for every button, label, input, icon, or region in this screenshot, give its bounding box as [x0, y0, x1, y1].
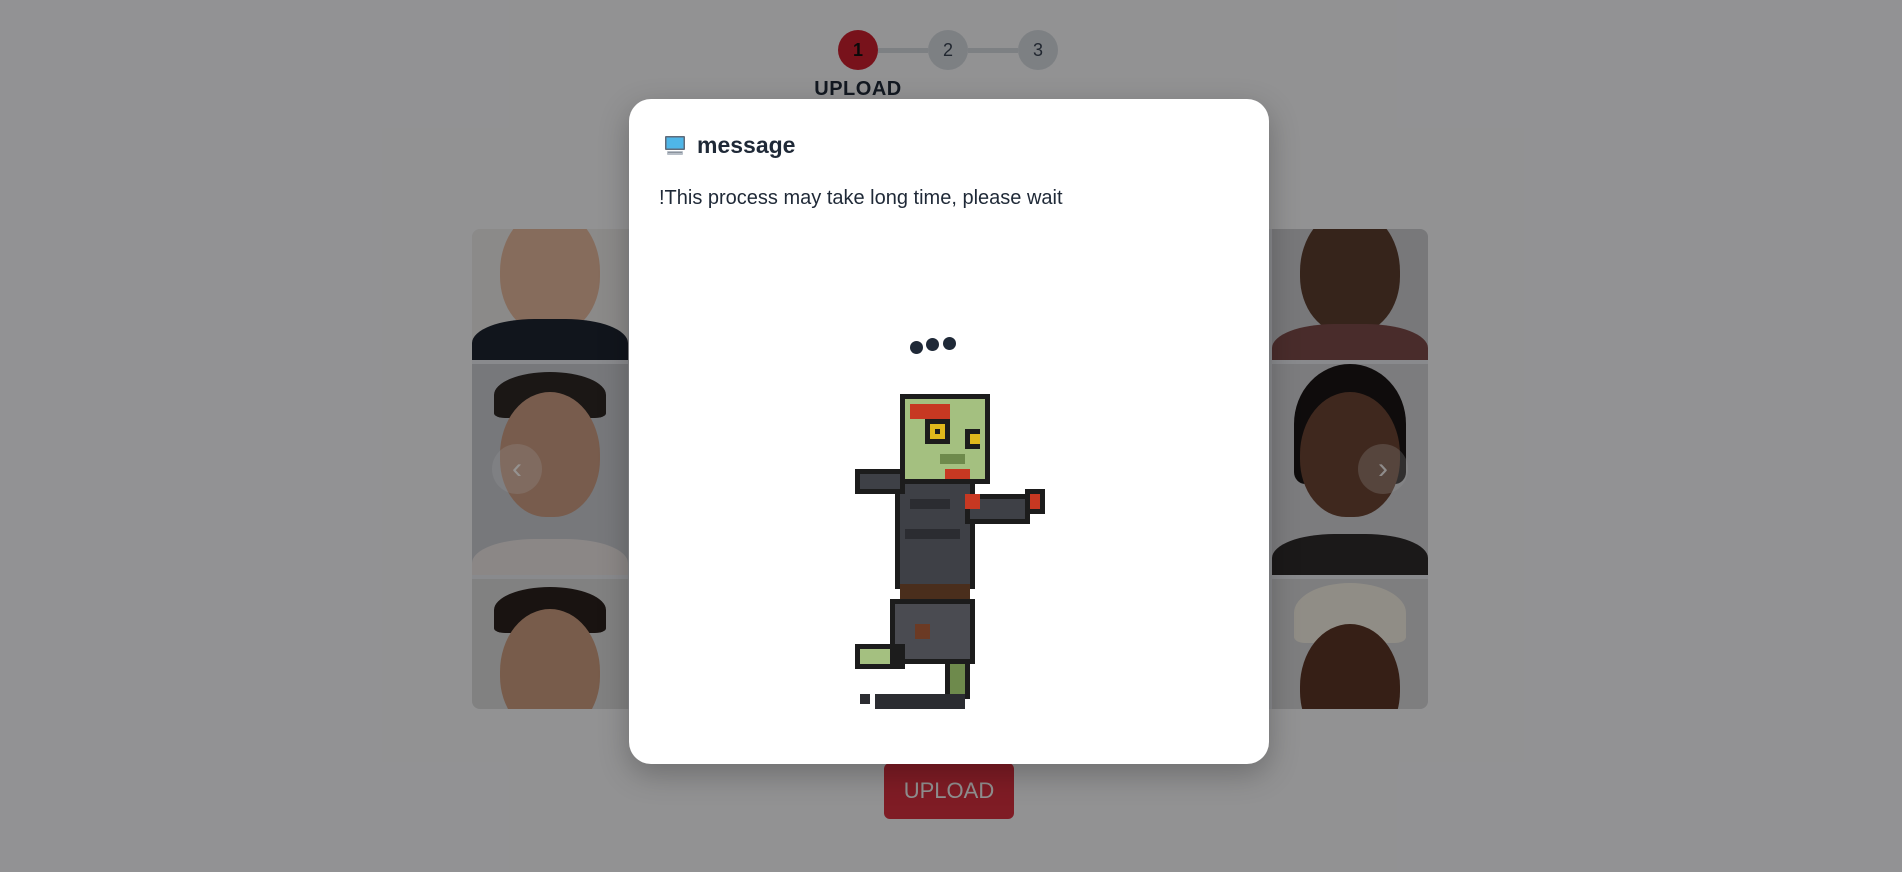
- loading-dots-icon: [910, 337, 970, 357]
- dialog-title: message: [697, 132, 796, 158]
- pixel-zombie-illustration: [855, 394, 1045, 709]
- computer-icon: [665, 135, 685, 155]
- dialog-message: !This process may take long time, please…: [659, 187, 1063, 209]
- dialog-header: message: [663, 132, 795, 159]
- message-dialog: message !This process may take long time…: [629, 99, 1269, 764]
